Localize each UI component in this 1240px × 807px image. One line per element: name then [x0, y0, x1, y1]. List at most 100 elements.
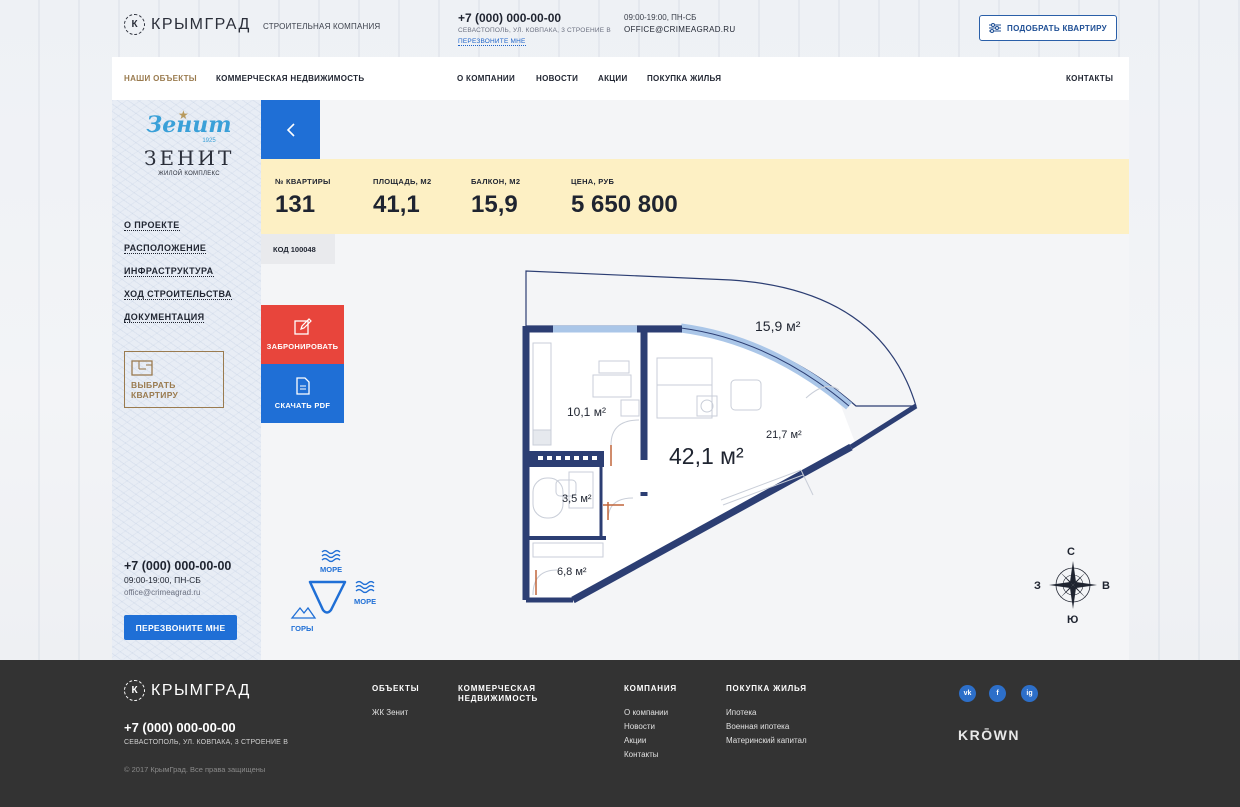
sidebar-phone[interactable]: +7 (000) 000-00-00 — [124, 559, 231, 573]
instagram-icon[interactable]: ig — [1021, 685, 1038, 702]
compass-icon — [1049, 561, 1097, 609]
info-balcony-value: 15,9 — [471, 191, 518, 218]
footer-link-zenit[interactable]: ЖК Зенит — [372, 708, 419, 717]
nav-promotions[interactable]: АКЦИИ — [598, 74, 628, 83]
pick-apartment-button[interactable]: ПОДОБРАТЬ КВАРТИРУ — [979, 15, 1117, 41]
download-pdf-button[interactable]: СКАЧАТЬ PDF — [261, 364, 344, 423]
star-icon: ★ — [178, 108, 189, 122]
footer-address: СЕВАСТОПОЛЬ, УЛ. КОВПАКА, 3 СТРОЕНИЕ В — [124, 739, 289, 746]
footer-phone[interactable]: +7 (000) 000-00-00 — [124, 720, 236, 735]
room-area-bath: 3,5 м² — [562, 493, 592, 505]
info-balcony-label: БАЛКОН, М2 — [471, 177, 521, 186]
header-phone[interactable]: +7 (000) 000-00-00 — [458, 11, 561, 25]
info-area-value: 41,1 — [373, 191, 420, 218]
company-tagline: СТРОИТЕЛЬНАЯ КОМПАНИЯ — [263, 22, 381, 31]
room-area-hall: 6,8 м² — [557, 566, 587, 578]
header-hours: 09:00-19:00, ПН-СБ — [624, 13, 697, 22]
zenit-name: ЗЕНИТ — [144, 146, 235, 170]
filter-icon — [989, 23, 1002, 33]
apartment-code: КОД 100048 — [261, 234, 335, 264]
view-direction-icon — [308, 580, 347, 614]
room-area-balcony: 15,9 м² — [755, 318, 801, 334]
site-header: К КРЫМГРАД СТРОИТЕЛЬНАЯ КОМПАНИЯ +7 (000… — [0, 0, 1240, 57]
zenit-subtitle: ЖИЛОЙ КОМПЛЕКС — [158, 171, 220, 177]
footer-logo[interactable]: К КРЫМГРАД — [124, 680, 251, 701]
info-balcony: БАЛКОН, М2 15,9 — [471, 177, 520, 219]
reserve-button[interactable]: ЗАБРОНИРОВАТЬ — [261, 305, 344, 364]
info-price-value: 5 650 800 — [571, 191, 678, 218]
nav-news[interactable]: НОВОСТИ — [536, 74, 578, 83]
zenit-year: 1925 — [202, 138, 216, 144]
sidebar-item-documents[interactable]: ДОКУМЕНТАЦИЯ — [124, 312, 205, 323]
krown-logo[interactable]: KRŌWN — [958, 727, 1020, 743]
info-number-label: № КВАРТИРЫ — [275, 177, 331, 186]
footer-link-about[interactable]: О компании — [624, 708, 677, 717]
footer-logo-text: КРЫМГРАД — [151, 681, 251, 699]
footer-link-contacts[interactable]: Контакты — [624, 750, 677, 759]
apartment-info-bar: № КВАРТИРЫ 131 ПЛОЩАДЬ, М2 41,1 БАЛКОН, … — [261, 159, 1129, 234]
reserve-label: ЗАБРОНИРОВАТЬ — [266, 342, 339, 351]
choose-apartment-button[interactable]: ВЫБРАТЬ КВАРТИРУ — [124, 351, 224, 408]
zenit-logo[interactable]: ★ Зенит 1925 ЗЕНИТ ЖИЛОЙ КОМПЛЕКС — [144, 108, 235, 177]
footer-link-military-mortgage[interactable]: Военная ипотека — [726, 722, 807, 731]
sidebar-callback-button[interactable]: ПЕРЕЗВОНИТЕ МНЕ — [124, 615, 237, 640]
back-button[interactable] — [261, 100, 320, 159]
info-number-value: 131 — [275, 191, 316, 218]
download-pdf-label: СКАЧАТЬ PDF — [274, 401, 331, 410]
footer-buy-title: ПОКУПКА ЖИЛЬЯ — [726, 684, 807, 693]
mountains-icon — [290, 606, 317, 619]
footer-commercial-title-2: НЕДВИЖИМОСТЬ — [458, 694, 539, 703]
sidebar-menu: О ПРОЕКТЕ РАСПОЛОЖЕНИЕ ИНФРАСТРУКТУРА ХО… — [124, 220, 232, 335]
zenit-script: Зенит — [146, 112, 232, 138]
header-email[interactable]: OFFICE@CRIMEAGRAD.RU — [624, 25, 735, 34]
footer-link-promotions[interactable]: Акции — [624, 736, 677, 745]
footer-copyright: © 2017 КрымГрад. Все права защищены — [124, 765, 266, 774]
view-sea-right: МОРЕ — [354, 597, 376, 606]
info-area-label: ПЛОЩАДЬ, М2 — [373, 177, 432, 186]
nav-commercial[interactable]: КОММЕРЧЕСКАЯ НЕДВИЖИМОСТЬ — [216, 74, 364, 83]
pick-apartment-label: ПОДОБРАТЬ КВАРТИРУ — [1007, 23, 1107, 33]
footer-col-buy: ПОКУПКА ЖИЛЬЯ Ипотека Военная ипотека Ма… — [726, 684, 807, 745]
compass-west: З — [1034, 580, 1041, 592]
footer-col-commercial[interactable]: КОММЕРЧЕСКАЯ НЕДВИЖИМОСТЬ — [458, 684, 538, 704]
footer-link-mortgage[interactable]: Ипотека — [726, 708, 807, 717]
info-price-label: ЦЕНА, РУБ — [571, 177, 615, 186]
nav-buying[interactable]: ПОКУПКА ЖИЛЬЯ — [647, 74, 721, 83]
nav-our-objects[interactable]: НАШИ ОБЪЕКТЫ — [124, 74, 197, 83]
sidebar-email[interactable]: office@crimeagrad.ru — [124, 588, 200, 597]
main-nav: НАШИ ОБЪЕКТЫ КОММЕРЧЕСКАЯ НЕДВИЖИМОСТЬ О… — [112, 57, 1129, 100]
info-area: ПЛОЩАДЬ, М2 41,1 — [373, 177, 431, 219]
header-callback-link[interactable]: ПЕРЕЗВОНИТЕ МНЕ — [458, 38, 526, 46]
company-logo[interactable]: К КРЫМГРАД — [124, 14, 251, 35]
sidebar-item-infrastructure[interactable]: ИНФРАСТРУКТУРА — [124, 266, 214, 277]
vk-icon[interactable]: vk — [959, 685, 976, 702]
footer-company-title: КОМПАНИЯ — [624, 684, 677, 693]
sidebar-hours: 09:00-19:00, ПН-СБ — [124, 575, 201, 585]
compass-south: Ю — [1067, 614, 1078, 626]
view-mountains: ГОРЫ — [291, 624, 313, 633]
footer-objects-title: ОБЪЕКТЫ — [372, 684, 420, 693]
facebook-icon[interactable]: f — [989, 685, 1006, 702]
room-area-living: 21,7 м² — [766, 429, 802, 441]
logo-mark-icon: К — [124, 14, 145, 35]
nav-about[interactable]: О КОМПАНИИ — [457, 74, 515, 83]
sidebar-item-progress[interactable]: ХОД СТРОИТЕЛЬСТВА — [124, 289, 232, 300]
compass-east: В — [1102, 580, 1110, 592]
sidebar-item-location[interactable]: РАСПОЛОЖЕНИЕ — [124, 243, 207, 254]
info-price: ЦЕНА, РУБ 5 650 800 — [571, 177, 678, 219]
footer-link-news[interactable]: Новости — [624, 722, 677, 731]
choose-line-2: КВАРТИРУ — [131, 389, 179, 400]
room-area-kitchen: 10,1 м² — [567, 405, 606, 419]
sidebar-item-about[interactable]: О ПРОЕКТЕ — [124, 220, 180, 231]
nav-contacts[interactable]: КОНТАКТЫ — [1066, 74, 1113, 83]
floorplan-icon — [131, 359, 153, 376]
footer-link-maternity-capital[interactable]: Материнский капитал — [726, 736, 807, 745]
edit-icon — [293, 318, 312, 335]
document-icon — [295, 377, 310, 395]
sidebar: ★ Зенит 1925 ЗЕНИТ ЖИЛОЙ КОМПЛЕКС О ПРОЕ… — [112, 100, 261, 660]
view-sea-top: МОРЕ — [320, 565, 342, 574]
footer-col-objects: ОБЪЕКТЫ ЖК Зенит — [372, 684, 419, 717]
chevron-left-icon — [286, 122, 295, 137]
footer-logo-mark-icon: К — [124, 680, 145, 701]
site-footer: К КРЫМГРАД +7 (000) 000-00-00 СЕВАСТОПОЛ… — [0, 660, 1240, 807]
